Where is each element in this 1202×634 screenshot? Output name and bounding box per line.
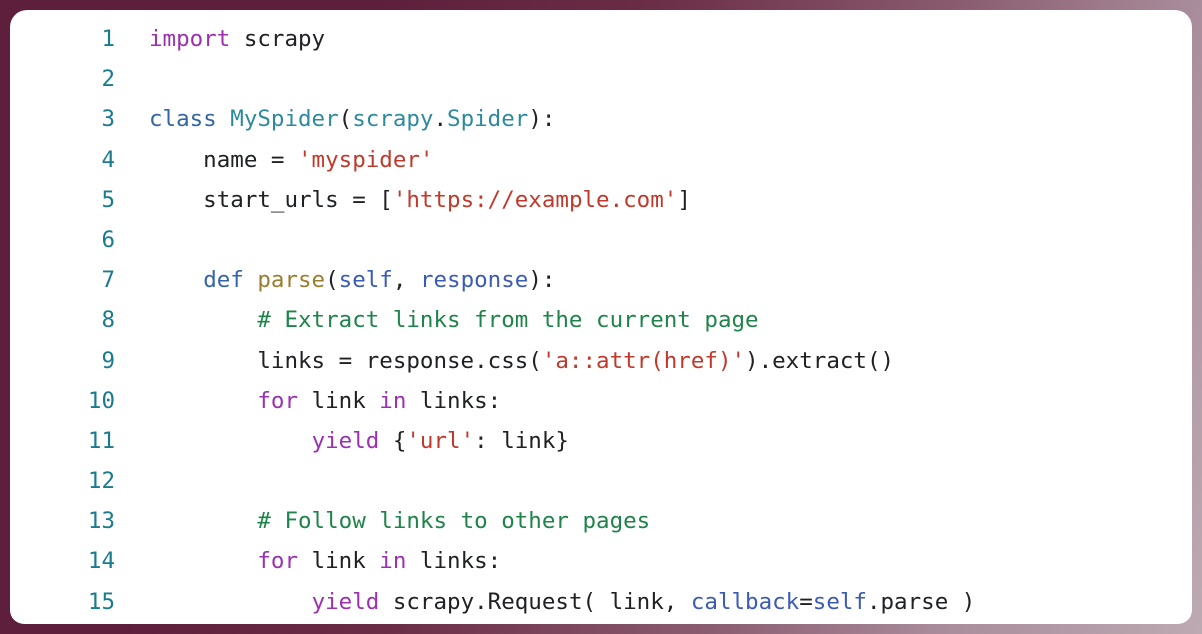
code-token: ).extract() — [745, 347, 895, 374]
line-content[interactable]: links = response.css('a::attr(href)').ex… — [115, 341, 1192, 381]
code-line: 13 # Follow links to other pages — [10, 501, 1192, 541]
line-content[interactable]: # Follow links to other pages — [115, 501, 1192, 541]
code-token: ] — [677, 186, 691, 213]
code-token: links: — [406, 548, 502, 575]
code-token: link — [298, 387, 380, 414]
code-token: parse — [257, 267, 326, 294]
code-line: 8 # Extract links from the current page — [10, 300, 1192, 340]
code-token: class — [149, 106, 217, 133]
line-content[interactable]: def parse(self, response): — [115, 260, 1192, 300]
code-token: link — [298, 548, 380, 575]
line-number: 5 — [101, 186, 115, 213]
code-token: in — [379, 387, 407, 414]
code-line: 5 start_urls = ['https://example.com'] — [10, 180, 1192, 220]
code-token: { — [379, 427, 407, 454]
code-line: 6 — [10, 220, 1192, 260]
code-token: links = response.css( — [149, 347, 542, 374]
line-number: 2 — [101, 66, 115, 93]
code-token: : link} — [474, 427, 569, 454]
line-content[interactable]: # Extract links from the current page — [115, 300, 1192, 340]
line-number: 7 — [101, 267, 115, 294]
code-line: 3 class MySpider(scrapy.Spider): — [10, 99, 1192, 139]
code-token: scrapy.Request( link, — [379, 588, 691, 615]
code-token: # Follow links to other pages — [257, 508, 651, 535]
code-line: 2 — [10, 59, 1192, 99]
code-token: ( — [325, 267, 339, 294]
line-content[interactable]: class MySpider(scrapy.Spider): — [115, 99, 1192, 139]
code-token: scrapy — [230, 26, 326, 52]
code-token: yield — [311, 588, 380, 615]
line-number: 14 — [87, 548, 115, 575]
code-token: 'a::attr(href)' — [541, 347, 746, 374]
code-line: 15 yield scrapy.Request( link, callback=… — [10, 582, 1192, 622]
code-token: # Extract links from the current page — [257, 307, 759, 334]
code-token: ): — [528, 267, 556, 294]
line-number: 1 — [101, 26, 115, 52]
code-token: for — [257, 548, 299, 575]
code-token: ( — [338, 106, 353, 133]
line-number: 3 — [101, 106, 115, 133]
code-line: 14 for link in links: — [10, 541, 1192, 581]
code-token: .parse ) — [866, 588, 976, 615]
code-token: links: — [406, 387, 502, 414]
code-token: start_urls = [ — [149, 186, 393, 213]
code-token: name = — [149, 146, 299, 173]
code-line: 11 yield {'url': link} — [10, 421, 1192, 461]
code-token: callback — [690, 588, 800, 615]
line-content[interactable]: yield scrapy.Request( link, callback=sel… — [115, 582, 1192, 622]
gradient-frame: 1 import scrapy 2 3 class MySpider(scrapy.Sp… — [0, 0, 1202, 634]
line-content[interactable]: start_urls = ['https://example.com'] — [115, 180, 1192, 220]
code-token: = — [799, 588, 813, 615]
code-token: 'myspider' — [298, 146, 434, 173]
code-token: 'https://example.com' — [392, 186, 678, 213]
line-content[interactable]: yield {'url': link} — [115, 421, 1192, 461]
line-number: 9 — [101, 347, 115, 374]
line-number: 8 — [101, 307, 115, 334]
line-number: 11 — [87, 427, 115, 454]
code-token: ): — [528, 106, 556, 133]
code-token: 'url' — [406, 427, 475, 454]
line-content[interactable]: for link in links: — [115, 381, 1192, 421]
code-line: 1 import scrapy — [10, 19, 1192, 59]
code-token: scrapy — [352, 106, 434, 133]
code-line: 4 name = 'myspider' — [10, 140, 1192, 180]
line-number: 15 — [87, 588, 115, 615]
code-line: 12 — [10, 461, 1192, 501]
line-number: 10 — [87, 387, 115, 414]
code-token: import — [149, 26, 231, 52]
code-token: def — [203, 267, 244, 294]
code-token: for — [257, 387, 299, 414]
code-token: yield — [311, 427, 380, 454]
line-number: 12 — [87, 468, 115, 495]
line-number: 13 — [87, 508, 115, 535]
code-token: MySpider — [230, 106, 339, 133]
line-content[interactable]: name = 'myspider' — [115, 140, 1192, 180]
code-token: Spider — [447, 106, 529, 133]
code-card: 1 import scrapy 2 3 class MySpider(scrapy.Sp… — [10, 10, 1192, 624]
code-token: , — [392, 267, 420, 294]
code-token: in — [379, 548, 407, 575]
code-line: 10 for link in links: — [10, 381, 1192, 421]
code-token: self — [812, 588, 867, 615]
code-line: 9 links = response.css('a::attr(href)').… — [10, 341, 1192, 381]
code-token: self — [338, 267, 393, 294]
code-token: . — [433, 106, 448, 133]
line-number: 6 — [101, 226, 115, 253]
code-line: 7 def parse(self, response): — [10, 260, 1192, 300]
line-content[interactable]: import scrapy — [115, 19, 1192, 59]
line-number: 4 — [101, 146, 115, 173]
line-content[interactable]: for link in links: — [115, 541, 1192, 581]
code-block[interactable]: 1 import scrapy 2 3 class MySpider(scrapy.Sp… — [10, 19, 1192, 622]
code-token: response — [419, 267, 529, 294]
